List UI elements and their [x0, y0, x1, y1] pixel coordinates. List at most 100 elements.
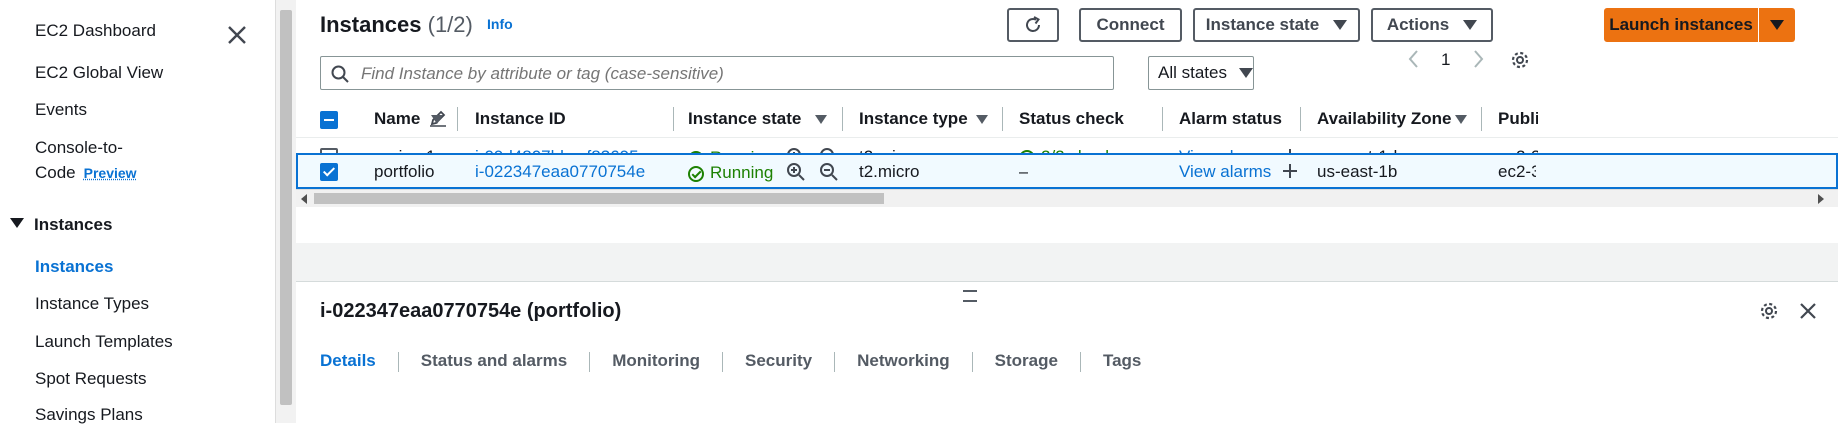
column-divider[interactable] [673, 107, 674, 131]
sidebar-item-ec2-global-view[interactable]: EC2 Global View [35, 63, 163, 83]
sort-icon[interactable] [976, 115, 988, 124]
caret-down-icon [1463, 20, 1478, 30]
close-icon[interactable] [1798, 301, 1818, 321]
alarm-status: View alarms [1179, 162, 1298, 182]
column-header-alarm-status[interactable]: Alarm status [1179, 109, 1282, 129]
column-header-status-check[interactable]: Status check [1019, 109, 1124, 129]
sidebar-item-launch-templates[interactable]: Launch Templates [35, 332, 173, 352]
sort-icon[interactable] [815, 115, 827, 124]
search-input[interactable] [359, 61, 1103, 87]
tab-tags[interactable]: Tags [1103, 351, 1141, 371]
tab-status-and-alarms[interactable]: Status and alarms [421, 351, 567, 371]
column-divider[interactable] [1300, 107, 1301, 131]
info-link[interactable]: Info [487, 16, 513, 32]
tab-storage[interactable]: Storage [995, 351, 1058, 371]
column-header-public-ip[interactable]: Public IP [1498, 109, 1538, 129]
view-alarms-link[interactable]: View alarms [1179, 162, 1271, 181]
detail-tabs: Details Status and alarms Monitoring Securi… [320, 351, 1163, 372]
sidebar-item-console-to-code[interactable]: Console-to- Code Preview [35, 138, 137, 183]
column-divider[interactable] [1481, 107, 1482, 131]
availability-zone: us-east-1b [1317, 162, 1398, 181]
instance-state-text: Running [710, 163, 774, 182]
sidebar-item-instances[interactable]: Instances [35, 257, 113, 277]
caret-down-icon [1238, 68, 1253, 78]
instance-type: t2.micro [859, 162, 920, 181]
resize-handle[interactable] [963, 290, 977, 302]
details-title: i-022347eaa0770754e (portfolio) [320, 300, 622, 322]
tab-divider [834, 351, 836, 372]
sort-icon[interactable] [431, 115, 443, 124]
launch-instances-button[interactable]: Launch instances [1604, 8, 1758, 42]
sidebar-item-spot-requests[interactable]: Spot Requests [35, 369, 147, 389]
sidebar-item-savings-plans[interactable]: Savings Plans [35, 405, 143, 425]
instance-details-panel: i-022347eaa0770754e (portfolio) Details S… [296, 281, 1838, 424]
launch-instances-label: Launch instances [1609, 15, 1753, 34]
column-divider[interactable] [1162, 107, 1163, 131]
tab-divider [971, 351, 973, 372]
search-icon [331, 65, 349, 83]
preview-badge[interactable]: Preview [84, 165, 137, 181]
instance-state-button[interactable]: Instance state [1193, 8, 1360, 42]
sidebar-item-instance-types[interactable]: Instance Types [35, 294, 149, 314]
sidebar-item-label: Code [35, 163, 76, 182]
instance-state: Running [688, 162, 839, 183]
sort-icon[interactable] [1455, 115, 1467, 124]
close-icon[interactable] [224, 22, 250, 48]
state-filter-value: All states [1158, 63, 1227, 82]
connect-button[interactable]: Connect [1079, 8, 1182, 42]
state-filter-select[interactable]: All states [1148, 56, 1254, 90]
actions-button[interactable]: Actions [1371, 8, 1493, 42]
chevron-left-icon[interactable] [1407, 49, 1421, 69]
gear-icon[interactable] [1509, 49, 1531, 71]
zoom-out-icon[interactable] [819, 162, 839, 182]
sidebar-item-label: Console-to- [35, 138, 123, 157]
plus-icon[interactable] [1282, 163, 1298, 179]
column-header-instance-state[interactable]: Instance state [688, 109, 801, 129]
row-checkbox[interactable] [320, 163, 338, 181]
public-dns: ec2-3-80 [1498, 162, 1536, 181]
scroll-left-icon[interactable] [301, 194, 307, 204]
page-number[interactable]: 1 [1441, 50, 1450, 70]
tab-divider [397, 351, 399, 372]
tab-divider [1079, 351, 1081, 372]
column-header-instance-id[interactable]: Instance ID [475, 109, 566, 129]
column-header-availability-zone[interactable]: Availability Zone [1317, 109, 1451, 129]
column-header-instance-type[interactable]: Instance type [859, 109, 968, 129]
gear-icon[interactable] [1758, 300, 1780, 322]
launch-instances-dropdown[interactable] [1758, 8, 1795, 42]
column-divider[interactable] [457, 107, 458, 131]
column-divider[interactable] [842, 107, 843, 131]
scroll-right-icon[interactable] [1818, 194, 1824, 204]
instance-name: portfolio [374, 162, 435, 181]
sidebar-section-label: Instances [34, 215, 113, 234]
tab-security[interactable]: Security [745, 351, 812, 371]
sidebar-item-events[interactable]: Events [35, 100, 87, 120]
refresh-button[interactable] [1007, 8, 1059, 42]
column-divider[interactable] [1002, 107, 1003, 131]
status-check: – [1019, 162, 1029, 181]
tab-monitoring[interactable]: Monitoring [612, 351, 700, 371]
sidebar-section-instances[interactable]: Instances [10, 215, 112, 235]
select-all-checkbox[interactable] [320, 111, 338, 129]
table-row-selected[interactable]: portfolio i-022347eaa0770754e Running t2… [296, 153, 1838, 189]
scrollbar-thumb[interactable] [280, 10, 292, 405]
scrollbar-thumb[interactable] [314, 193, 884, 204]
success-check-icon [688, 166, 704, 182]
chevron-right-icon[interactable] [1471, 49, 1485, 69]
tab-details[interactable]: Details [320, 351, 376, 371]
table-horizontal-scrollbar[interactable] [296, 189, 1838, 207]
caret-down-icon [1770, 20, 1784, 30]
refresh-icon [1026, 16, 1040, 32]
sidebar-scrollbar[interactable] [275, 0, 296, 423]
tab-divider [589, 351, 591, 372]
page-title-text: Instances [320, 12, 422, 37]
search-field[interactable] [320, 56, 1114, 90]
zoom-in-icon[interactable] [786, 162, 806, 182]
tab-networking[interactable]: Networking [857, 351, 950, 371]
table-header: Name Instance ID Instance state Instance… [296, 101, 1838, 138]
instance-id-link[interactable]: i-022347eaa0770754e [475, 162, 645, 182]
sidebar-item-ec2-dashboard[interactable]: EC2 Dashboard [35, 21, 156, 41]
page-title: Instances (1/2) Info [320, 12, 513, 38]
connect-label: Connect [1096, 15, 1165, 34]
caret-down-icon [10, 218, 24, 228]
